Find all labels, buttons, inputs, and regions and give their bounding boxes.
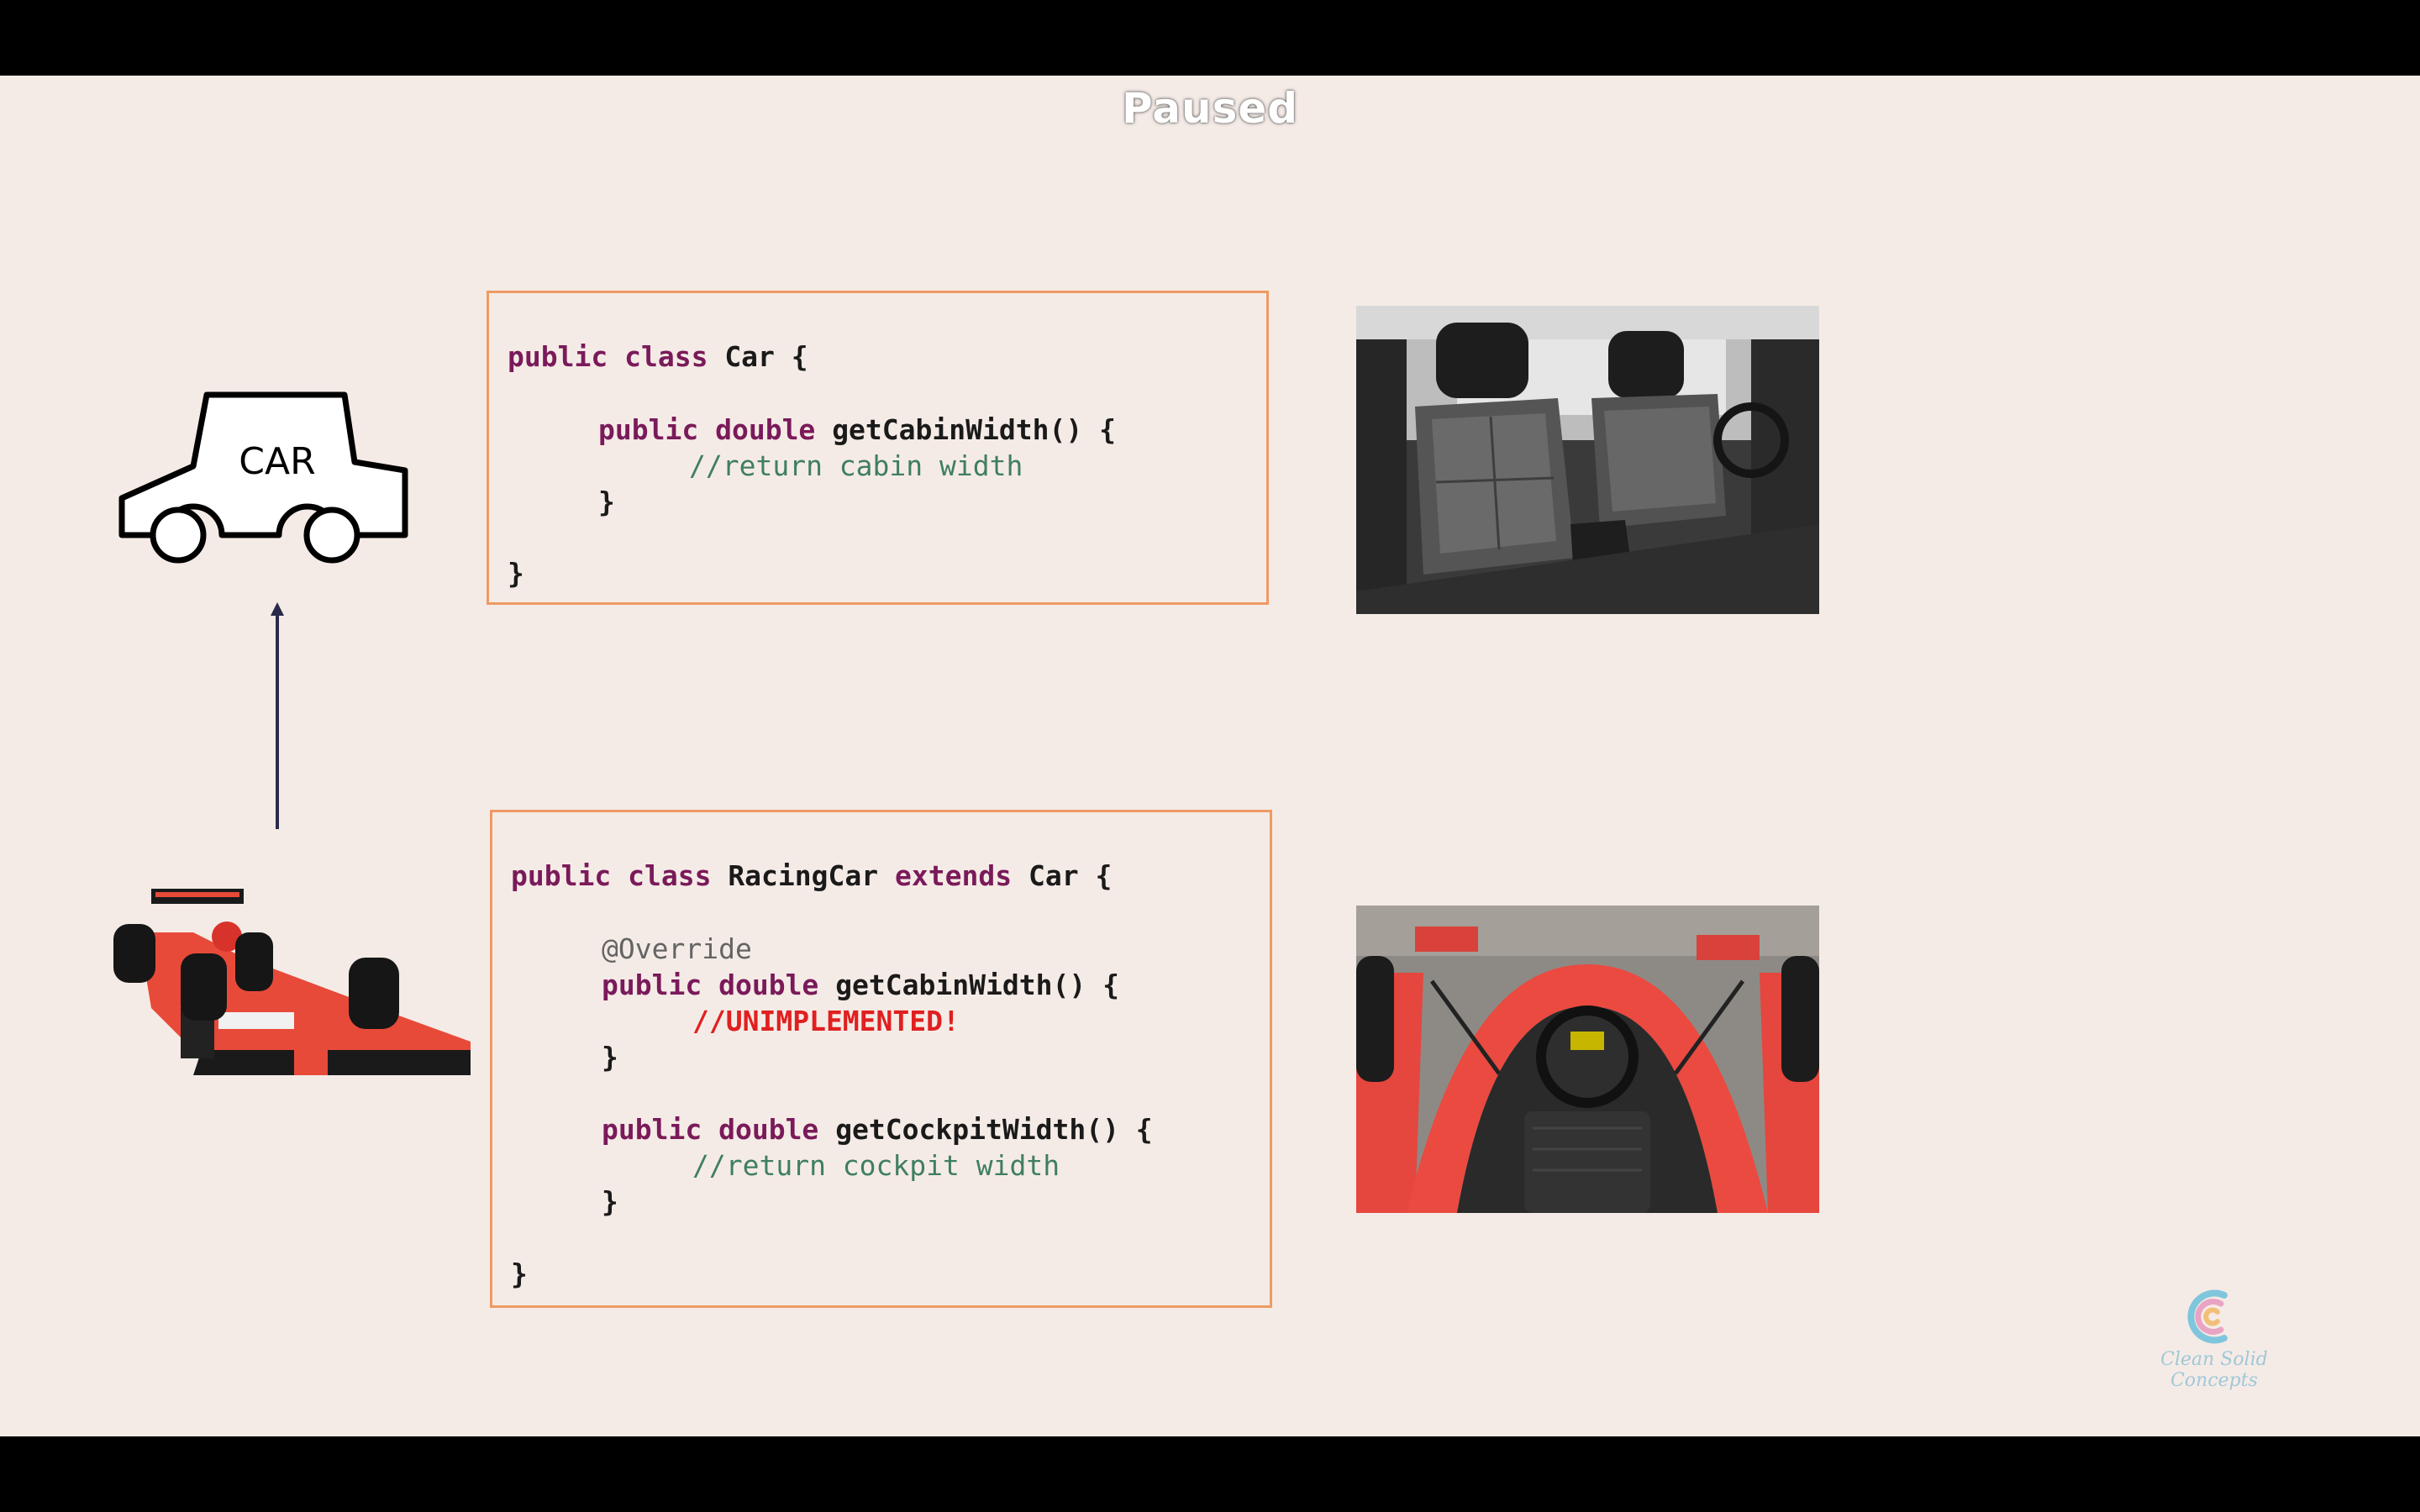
brace: } (602, 1041, 618, 1074)
code-line: public class RacingCar extends Car { (511, 859, 1112, 893)
method-signature: getCabinWidth() { (832, 413, 1116, 446)
keyword: double (715, 413, 816, 446)
racingcar-class-code-box: public class RacingCar extends Car { @Ov… (490, 810, 1272, 1308)
code-line: } (511, 1257, 528, 1291)
clean-solid-concepts-logo-icon (2187, 1289, 2228, 1344)
code-line: @Override (602, 932, 752, 966)
code-line: } (602, 1185, 618, 1219)
keyword: class (628, 859, 712, 892)
racing-cockpit-photo (1356, 906, 1819, 1213)
keyword: public (602, 1113, 702, 1146)
car-class-code-box: public class Car { public double getCabi… (487, 291, 1269, 605)
code-line: } (508, 557, 524, 591)
car-icon-label: CAR (239, 440, 316, 483)
code-line: } (602, 1041, 618, 1074)
car-cabin-photo (1356, 306, 1819, 614)
code-comment: //return cabin width (689, 449, 1023, 482)
code-line: public double getCockpitWidth() { (602, 1113, 1153, 1147)
code-line: //return cockpit width (692, 1149, 1060, 1183)
method-signature: getCockpitWidth() { (835, 1113, 1153, 1146)
paused-indicator: Paused (1121, 84, 1299, 133)
parent-class-name: Car (1028, 859, 1079, 892)
keyword: double (718, 969, 819, 1001)
brace: } (508, 557, 524, 590)
brand-name: Clean Solid Concepts (2160, 1349, 2268, 1391)
brace: } (598, 486, 615, 518)
brace: } (602, 1185, 618, 1218)
keyword: public (602, 969, 702, 1001)
code-annotation: @Override (602, 932, 752, 965)
brace: } (511, 1257, 528, 1290)
racing-car-photo (101, 882, 479, 1079)
code-line: //return cabin width (689, 449, 1023, 483)
class-name: Car (724, 340, 775, 373)
keyword: class (624, 340, 708, 373)
class-name: RacingCar (728, 859, 879, 892)
keyword: public (511, 859, 612, 892)
code-line: //UNIMPLEMENTED! (692, 1005, 960, 1038)
brace: { (791, 340, 808, 373)
keyword: public (508, 340, 608, 373)
code-line: public class Car { (508, 340, 808, 374)
code-line: } (598, 486, 615, 519)
car-outline-icon (118, 391, 408, 564)
keyword: extends (895, 859, 1013, 892)
brace: { (1095, 859, 1113, 892)
code-comment: //return cockpit width (692, 1149, 1060, 1182)
method-signature: getCabinWidth() { (835, 969, 1119, 1001)
unimplemented-comment: //UNIMPLEMENTED! (692, 1005, 960, 1037)
keyword: double (718, 1113, 819, 1146)
inheritance-arrow (271, 602, 284, 829)
code-line: public double getCabinWidth() { (602, 969, 1119, 1002)
keyword: public (598, 413, 699, 446)
code-line: public double getCabinWidth() { (598, 413, 1116, 447)
